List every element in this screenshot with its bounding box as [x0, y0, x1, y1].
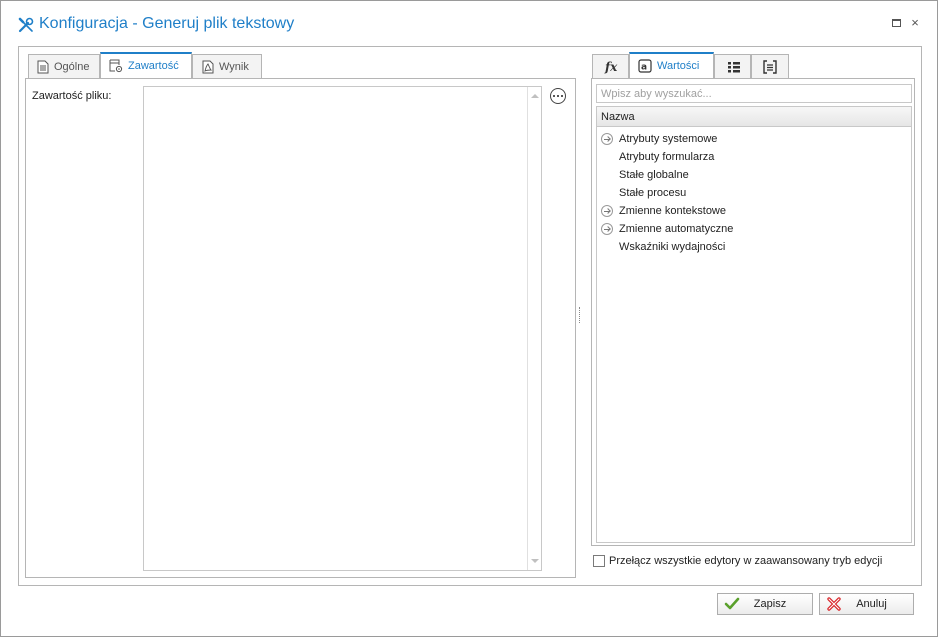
tab-ogolne[interactable]: Ogólne	[28, 54, 100, 78]
advanced-mode-checkbox[interactable]	[593, 555, 605, 567]
pdf-file-icon	[202, 60, 214, 73]
list-item-label: Zmienne automatyczne	[619, 223, 734, 235]
scroll-up-icon[interactable]	[531, 94, 539, 98]
list-item-label: Stałe globalne	[619, 169, 689, 181]
function-fx-icon: fx	[604, 60, 618, 74]
list-item-label: Wskaźniki wydajności	[619, 241, 726, 253]
expand-arrow-icon[interactable]	[601, 133, 613, 145]
list-item-label: Atrybuty formularza	[619, 151, 715, 163]
expand-arrow-icon[interactable]	[601, 205, 613, 217]
document-icon	[37, 60, 49, 73]
tab-label: Zawartość	[128, 60, 179, 72]
ellipsis-dot	[557, 95, 559, 97]
tab-brackets[interactable]	[751, 54, 789, 78]
ellipsis-icon	[553, 95, 555, 97]
list-item-label: Atrybuty systemowe	[619, 133, 718, 145]
tab-list[interactable]	[714, 54, 751, 78]
list-items: Atrybuty systemowe Atrybuty formularza S…	[597, 130, 911, 256]
advanced-mode-label: Przełącz wszystkie edytory w zaawansowan…	[609, 555, 883, 567]
tab-label: Ogólne	[54, 60, 90, 73]
advanced-mode-toggle[interactable]: Przełącz wszystkie edytory w zaawansowan…	[593, 555, 882, 567]
save-button[interactable]: Zapisz	[717, 593, 813, 615]
file-content-label: Zawartość pliku:	[32, 90, 112, 102]
list-item[interactable]: Zmienne automatyczne	[597, 220, 911, 238]
brackets-icon	[763, 59, 777, 74]
title-bar: Konfiguracja - Generuj plik tekstowy ×	[1, 1, 937, 41]
at-sign-icon: a	[638, 59, 652, 73]
window-title: Konfiguracja - Generuj plik tekstowy	[39, 15, 295, 32]
maximize-button[interactable]	[891, 17, 903, 29]
list-item[interactable]: Zmienne kontekstowe	[597, 202, 911, 220]
dialog-window: Konfiguracja - Generuj plik tekstowy × O…	[0, 0, 938, 637]
content-panel: Zawartość pliku:	[25, 78, 576, 578]
maximize-icon	[892, 19, 901, 27]
tab-zawartosc[interactable]: Zawartość	[100, 52, 192, 78]
list-item[interactable]: Atrybuty systemowe	[597, 130, 911, 148]
svg-text:fx: fx	[604, 60, 618, 74]
tab-label: Wynik	[219, 60, 249, 73]
list-item-label: Zmienne kontekstowe	[619, 205, 726, 217]
panel-splitter[interactable]	[579, 307, 581, 323]
values-list: Nazwa Atrybuty systemowe Atrybuty formul…	[596, 106, 912, 543]
values-panel: Nazwa Atrybuty systemowe Atrybuty formul…	[591, 78, 915, 546]
list-item[interactable]: Stałe procesu	[597, 184, 911, 202]
tab-functions[interactable]: fx	[592, 54, 629, 78]
list-item[interactable]: Wskaźniki wydajności	[597, 238, 911, 256]
list-icon	[728, 61, 740, 72]
list-item-label: Stałe procesu	[619, 187, 687, 199]
tools-icon	[17, 16, 35, 34]
scroll-down-icon[interactable]	[531, 559, 539, 563]
ellipsis-dot	[561, 95, 563, 97]
cancel-button-label: Anuluj	[856, 598, 887, 610]
close-button[interactable]: ×	[909, 16, 921, 29]
tab-wartosci[interactable]: a Wartości	[629, 52, 714, 78]
cancel-button[interactable]: Anuluj	[819, 593, 914, 615]
svg-text:a: a	[641, 63, 647, 73]
file-content-editor[interactable]	[143, 86, 542, 571]
search-input[interactable]	[596, 84, 912, 103]
list-item[interactable]: Stałe globalne	[597, 166, 911, 184]
file-settings-icon	[109, 59, 123, 73]
more-options-button[interactable]	[550, 88, 566, 104]
list-item[interactable]: Atrybuty formularza	[597, 148, 911, 166]
editor-scrollbar[interactable]	[527, 87, 541, 570]
save-button-label: Zapisz	[753, 598, 787, 610]
expand-arrow-icon[interactable]	[601, 223, 613, 235]
tab-label: Wartości	[657, 60, 700, 72]
tab-wynik[interactable]: Wynik	[192, 54, 262, 78]
column-header-nazwa[interactable]: Nazwa	[597, 107, 911, 127]
